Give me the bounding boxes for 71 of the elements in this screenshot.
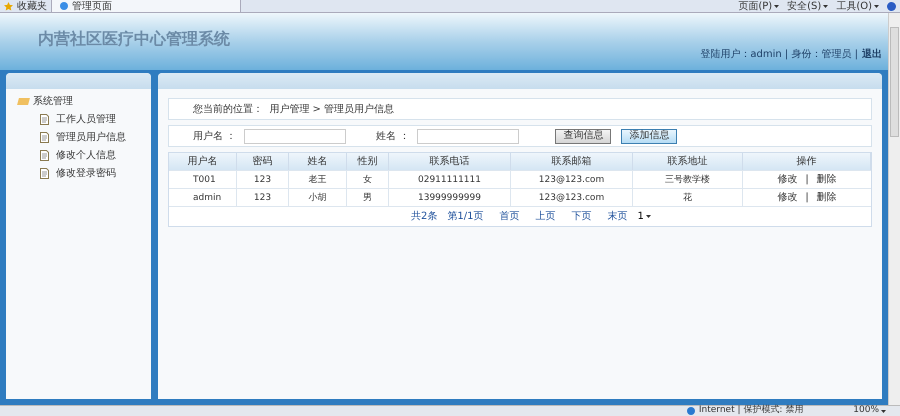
logout-link[interactable]: 退出 xyxy=(862,47,882,62)
zoom-level[interactable]: 100% xyxy=(853,404,886,416)
table-cell: 13999999999 xyxy=(389,189,511,206)
table-cell: 小胡 xyxy=(289,189,347,206)
document-icon xyxy=(40,132,49,143)
open-folder-icon xyxy=(17,98,30,105)
breadcrumb: 您当前的位置： 用户管理 > 管理员用户信息 xyxy=(193,102,394,116)
table-cell: 02911111111 xyxy=(389,171,511,188)
scrollbar[interactable] xyxy=(888,13,900,405)
caret-icon xyxy=(774,4,780,8)
security-zone: Internet | 保护模式: 禁用 xyxy=(686,404,804,416)
search-field[interactable] xyxy=(417,128,520,144)
column-header: 联系地址 xyxy=(633,153,743,170)
browser-icon xyxy=(60,2,68,10)
table-cell: 123@123.com xyxy=(511,189,633,206)
caret-icon xyxy=(646,215,651,218)
column-header: 联系电话 xyxy=(389,153,511,170)
sidebar-item[interactable]: 工作人员管理 xyxy=(18,112,151,127)
sidebar-item[interactable]: 修改个人信息 xyxy=(18,148,151,163)
document-icon xyxy=(40,168,49,179)
page-link[interactable]: 首页 xyxy=(499,209,520,224)
browser-menu[interactable]: 工具(O) xyxy=(832,0,883,14)
table-cell: T001 xyxy=(169,171,237,188)
column-header: 性别 xyxy=(347,153,389,170)
page-link[interactable]: 下页 xyxy=(571,209,592,224)
browser-tab[interactable]: 管理页面 xyxy=(51,0,241,12)
total-count: 共2条 xyxy=(411,210,438,224)
caret-icon xyxy=(874,4,879,8)
page-link[interactable]: 上页 xyxy=(535,209,556,224)
column-header: 联系邮箱 xyxy=(511,153,633,170)
menu-group[interactable]: 系统管理 xyxy=(18,94,151,109)
document-icon xyxy=(40,150,49,161)
table-cell: admin xyxy=(169,189,237,206)
document-icon xyxy=(40,114,49,125)
user-info: 登陆用户：admin | 身份：管理员 | xyxy=(700,48,858,62)
search-field[interactable] xyxy=(244,128,346,144)
caret-icon xyxy=(881,410,886,412)
caret-icon xyxy=(823,4,828,8)
delete-link[interactable]: 删除 xyxy=(816,172,837,187)
table-cell: 三号教学楼 xyxy=(633,171,743,188)
sidebar-item[interactable]: 修改登录密码 xyxy=(18,166,151,181)
page-info: 第1/1页 xyxy=(447,210,484,224)
table-cell: 123@123.com xyxy=(511,171,633,188)
sidebar-item[interactable]: 管理员用户信息 xyxy=(18,130,151,145)
table-cell: 男 xyxy=(347,189,389,206)
column-header: 密码 xyxy=(237,153,289,170)
action-button[interactable]: 查询信息 xyxy=(555,128,612,144)
browser-menu[interactable]: 安全(S) xyxy=(783,0,832,14)
separator-text: | xyxy=(805,191,809,205)
column-header: 操作 xyxy=(743,153,871,170)
column-header: 姓名 xyxy=(289,153,347,170)
globe-icon xyxy=(686,407,695,415)
delete-link[interactable]: 删除 xyxy=(816,190,837,205)
help-icon[interactable] xyxy=(887,2,896,10)
page-link[interactable]: 末页 xyxy=(607,209,628,224)
field-label: 用户名 ： xyxy=(193,130,236,144)
action-button[interactable]: 添加信息 xyxy=(621,128,678,144)
table-cell: 女 xyxy=(347,171,389,188)
star-icon xyxy=(4,2,13,10)
table-cell: 花 xyxy=(633,189,743,206)
edit-link[interactable]: 修改 xyxy=(777,190,798,205)
table-cell: 123 xyxy=(237,171,289,188)
table-cell: 123 xyxy=(237,189,289,206)
favorites-button[interactable]: 收藏夹 xyxy=(0,0,51,12)
column-header: 用户名 xyxy=(169,153,237,170)
system-title: 内营社区医疗中心管理系统 xyxy=(38,31,230,47)
browser-menu[interactable]: 页面(P) xyxy=(734,0,784,14)
field-label: 姓名 ： xyxy=(376,130,410,144)
separator-text: | xyxy=(805,173,809,187)
table-cell: 老王 xyxy=(289,171,347,188)
edit-link[interactable]: 修改 xyxy=(777,172,798,187)
